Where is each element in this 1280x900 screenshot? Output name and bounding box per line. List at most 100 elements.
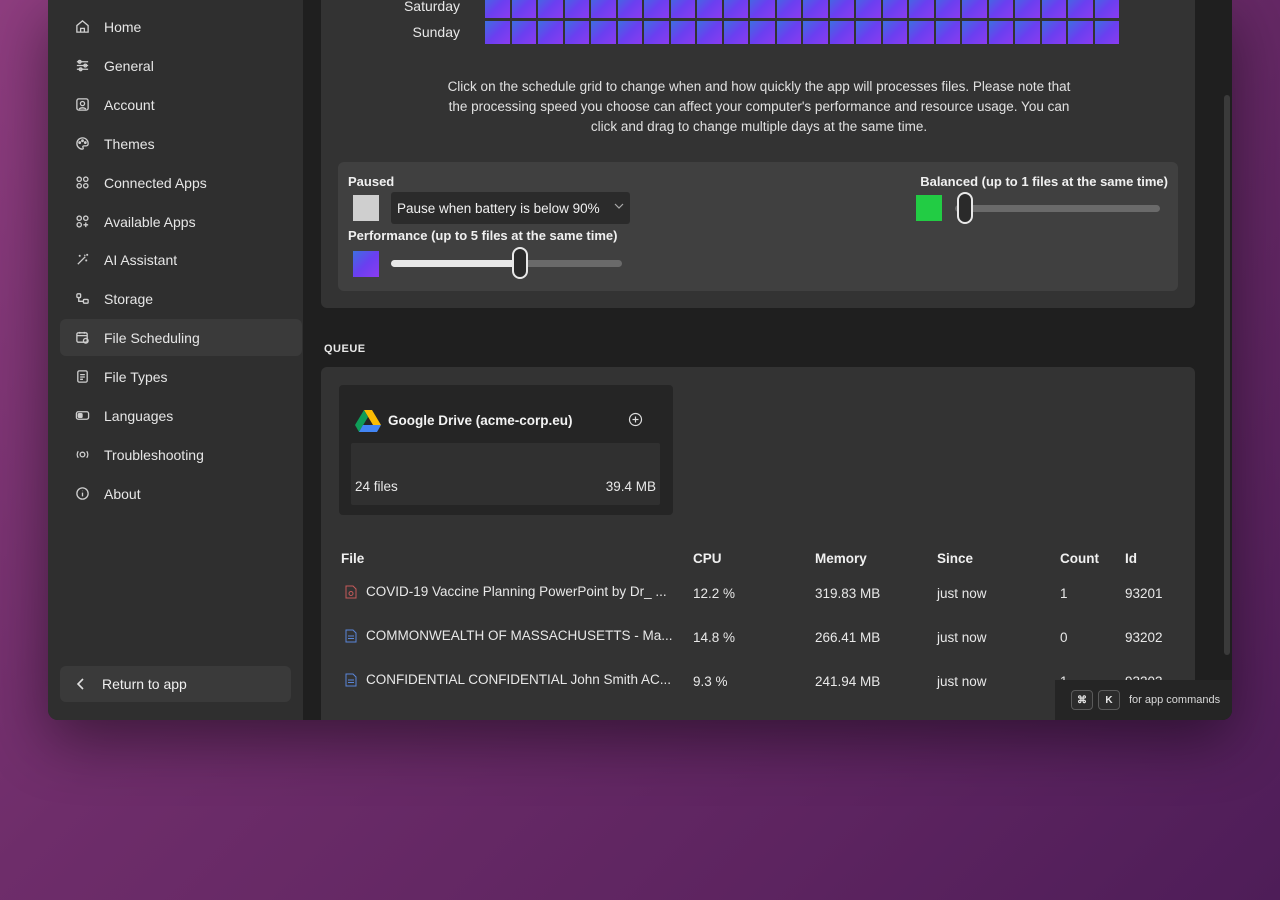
schedule-cell[interactable] [935, 0, 960, 18]
schedule-cell[interactable] [803, 21, 828, 44]
sidebar-item-label: Troubleshooting [104, 446, 204, 463]
schedule-cell[interactable] [803, 0, 828, 18]
schedule-cell[interactable] [511, 0, 536, 18]
performance-slider-thumb[interactable] [512, 247, 529, 279]
speed-legend-panel: Paused Pause when battery is below 90% P… [338, 162, 1178, 291]
schedule-cell[interactable] [1041, 21, 1066, 44]
palette-icon [74, 136, 90, 152]
schedule-cell[interactable] [988, 21, 1013, 44]
schedule-cell[interactable] [909, 0, 934, 18]
column-header-count[interactable]: Count [1060, 551, 1099, 566]
schedule-cell[interactable] [485, 0, 510, 18]
column-header-id[interactable]: Id [1125, 551, 1137, 566]
sidebar-item-file-scheduling[interactable]: File Scheduling [60, 319, 302, 356]
sidebar-item-languages[interactable]: Languages [60, 397, 302, 434]
schedule-cell[interactable] [617, 21, 642, 44]
sidebar-item-account[interactable]: Account [60, 86, 302, 123]
schedule-row-saturday[interactable] [485, 0, 1119, 18]
queue-source-card[interactable]: Google Drive (acme-corp.eu) 24 files 39.… [339, 385, 673, 515]
schedule-cell[interactable] [1094, 21, 1119, 44]
sidebar-item-file-types[interactable]: File Types [60, 358, 302, 395]
column-header-since[interactable]: Since [937, 551, 973, 566]
schedule-cell[interactable] [882, 21, 907, 44]
balanced-slider[interactable] [955, 205, 1160, 212]
schedule-cell[interactable] [962, 21, 987, 44]
schedule-cell[interactable] [909, 21, 934, 44]
schedule-description: Click on the schedule grid to change whe… [447, 79, 1071, 134]
document-file-icon [345, 629, 357, 643]
schedule-row-sunday[interactable] [485, 21, 1119, 44]
sidebar-item-themes[interactable]: Themes [60, 125, 302, 162]
sidebar-item-storage[interactable]: Storage [60, 280, 302, 317]
schedule-cell[interactable] [1068, 0, 1093, 18]
sidebar-item-home[interactable]: Home [60, 8, 302, 45]
schedule-cell[interactable] [723, 0, 748, 18]
column-header-cpu[interactable]: CPU [693, 551, 722, 566]
schedule-cell[interactable] [750, 21, 775, 44]
schedule-cell[interactable] [882, 0, 907, 18]
schedule-cell[interactable] [750, 0, 775, 18]
schedule-cell[interactable] [591, 21, 616, 44]
balanced-slider-thumb[interactable] [957, 192, 974, 224]
command-hint[interactable]: ⌘ K for app commands [1055, 680, 1232, 720]
schedule-cell[interactable] [644, 0, 669, 18]
pause-condition-select[interactable]: Pause when battery is below 90% [391, 192, 630, 224]
schedule-cell[interactable] [776, 0, 801, 18]
schedule-cell[interactable] [1094, 0, 1119, 18]
schedule-cell[interactable] [538, 21, 563, 44]
schedule-cell[interactable] [564, 0, 589, 18]
home-icon [74, 19, 90, 35]
row-since: just now [937, 630, 987, 645]
sidebar-item-label: Storage [104, 290, 154, 307]
schedule-cell[interactable] [617, 0, 642, 18]
calendar-clock-icon [74, 330, 90, 346]
schedule-cell[interactable] [988, 0, 1013, 18]
schedule-cell[interactable] [1068, 21, 1093, 44]
vertical-scrollbar[interactable] [1224, 95, 1230, 655]
column-header-memory[interactable]: Memory [815, 551, 867, 566]
schedule-cell[interactable] [644, 21, 669, 44]
storage-icon [74, 291, 90, 307]
schedule-cell[interactable] [935, 21, 960, 44]
schedule-cell[interactable] [776, 21, 801, 44]
sidebar-item-connected-apps[interactable]: Connected Apps [60, 164, 302, 201]
return-to-app-button[interactable]: Return to app [60, 666, 291, 702]
sidebar-item-about[interactable]: About [60, 475, 302, 512]
schedule-cell[interactable] [697, 21, 722, 44]
sidebar-item-troubleshooting[interactable]: Troubleshooting [60, 436, 302, 473]
queue-source-name: Google Drive (acme-corp.eu) [388, 413, 573, 428]
column-header-file[interactable]: File [341, 551, 364, 566]
schedule-cell[interactable] [856, 0, 881, 18]
add-circle-icon[interactable] [628, 412, 643, 427]
schedule-card: Saturday Sunday Click on the schedule gr… [321, 0, 1195, 308]
schedule-cell[interactable] [564, 21, 589, 44]
paused-swatch[interactable] [353, 195, 379, 221]
schedule-cell[interactable] [856, 21, 881, 44]
performance-slider[interactable] [391, 260, 622, 267]
schedule-cell[interactable] [1015, 0, 1040, 18]
schedule-cell[interactable] [670, 21, 695, 44]
balanced-swatch[interactable] [916, 195, 942, 221]
sidebar-item-ai-assistant[interactable]: AI Assistant [60, 241, 302, 278]
sidebar-item-available-apps[interactable]: Available Apps [60, 203, 302, 240]
chevron-down-icon [614, 203, 624, 209]
schedule-cell[interactable] [1015, 21, 1040, 44]
schedule-cell[interactable] [538, 0, 563, 18]
account-icon [74, 97, 90, 113]
schedule-cell[interactable] [511, 21, 536, 44]
schedule-cell[interactable] [670, 0, 695, 18]
schedule-cell[interactable] [1041, 0, 1066, 18]
schedule-cell[interactable] [723, 21, 748, 44]
performance-label: Performance (up to 5 files at the same t… [348, 228, 618, 243]
schedule-cell[interactable] [485, 21, 510, 44]
row-count: 1 [1060, 586, 1068, 601]
schedule-cell[interactable] [697, 0, 722, 18]
performance-swatch[interactable] [353, 251, 379, 277]
schedule-cell[interactable] [962, 0, 987, 18]
row-id: 93202 [1125, 630, 1163, 645]
schedule-cell[interactable] [829, 21, 854, 44]
sidebar-item-general[interactable]: General [60, 47, 302, 84]
schedule-cell[interactable] [829, 0, 854, 18]
queue-section-title: QUEUE [324, 343, 366, 355]
schedule-cell[interactable] [591, 0, 616, 18]
